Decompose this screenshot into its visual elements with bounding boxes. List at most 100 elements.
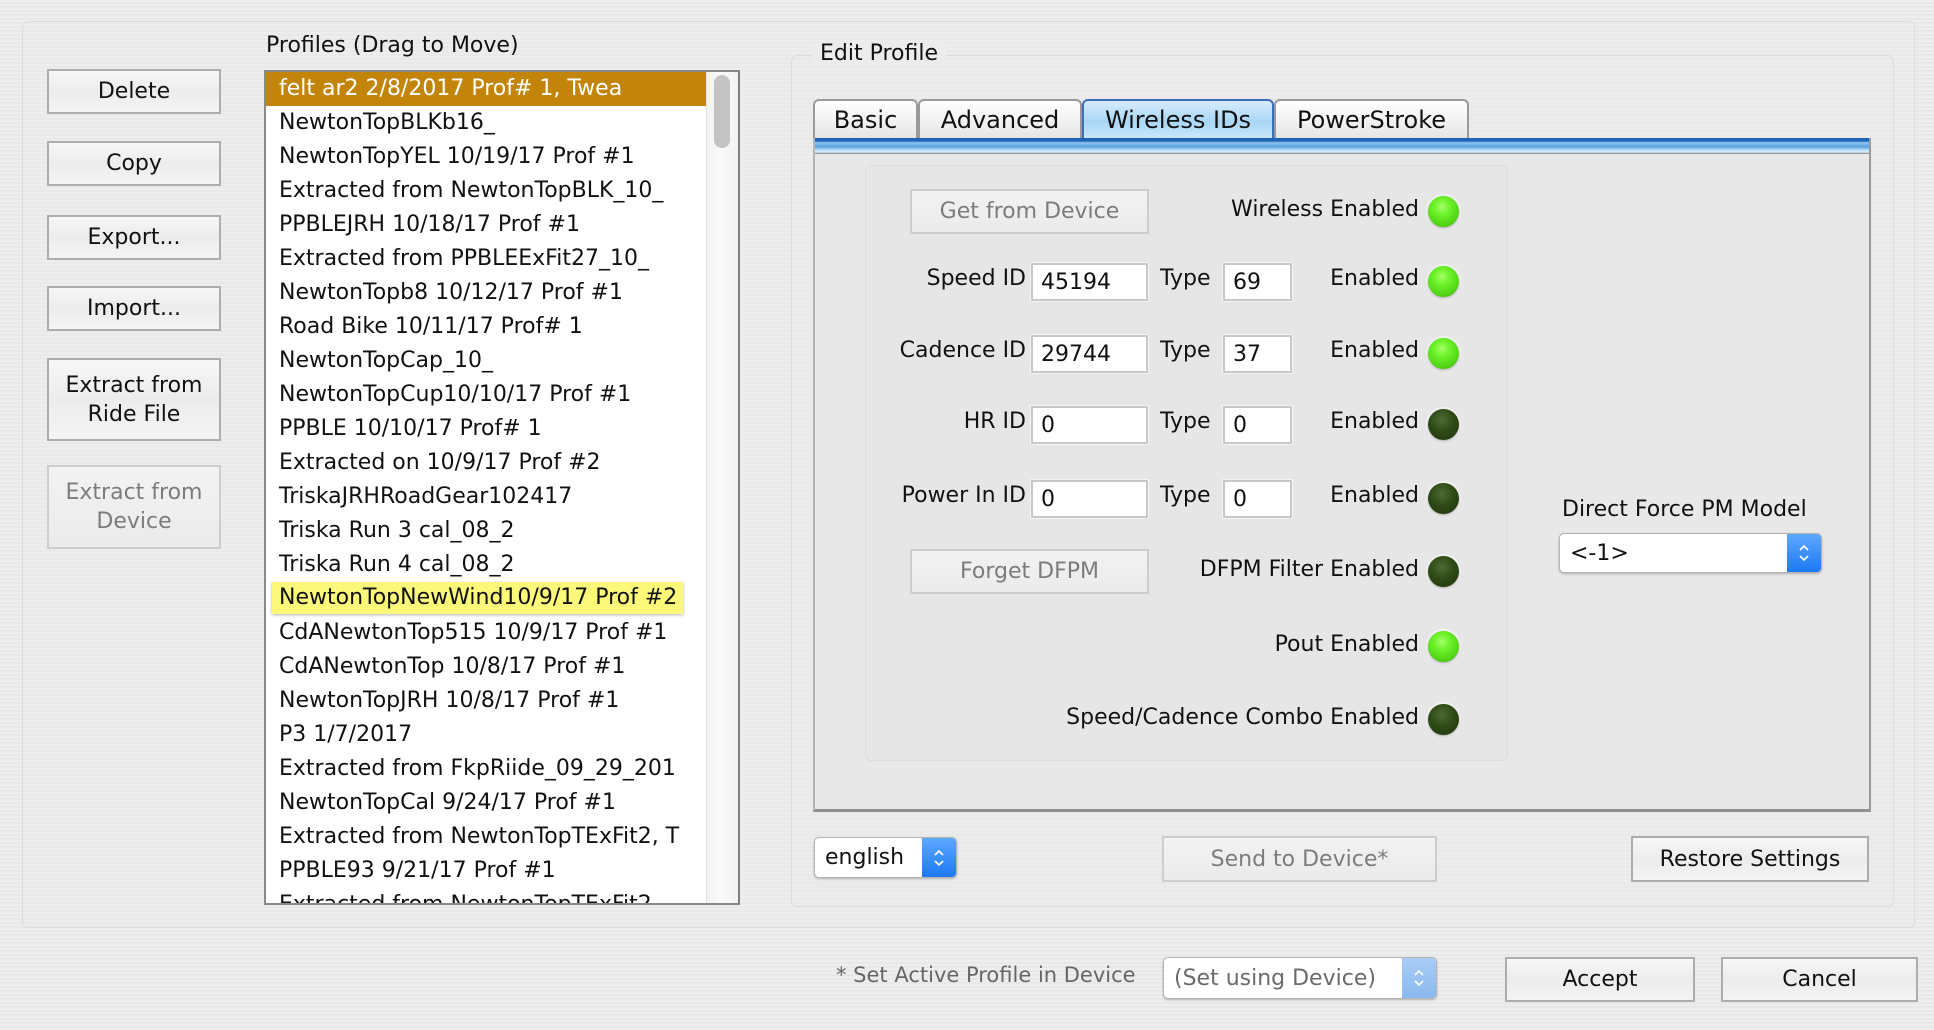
hr-type-input[interactable] [1222, 405, 1293, 445]
power-in-type-label: Type [1160, 483, 1211, 508]
wireless-enabled-label: Wireless Enabled [1231, 197, 1419, 222]
hr-type-label: Type [1160, 409, 1211, 434]
power-in-id-input[interactable] [1030, 479, 1149, 519]
extract-from-device-button[interactable]: Extract from Device [47, 465, 221, 549]
list-item[interactable]: PPBLE93 9/21/17 Prof #1 [266, 854, 706, 888]
get-from-device-button[interactable]: Get from Device [910, 189, 1149, 234]
updown-chevron-icon [1787, 534, 1821, 572]
power-in-id-label: Power In ID [901, 483, 1026, 508]
restore-settings-label: Restore Settings [1659, 846, 1841, 872]
language-select[interactable]: english [814, 837, 957, 878]
speed-type-input[interactable] [1222, 262, 1293, 302]
pout-enabled-label: Pout Enabled [1274, 632, 1419, 657]
copy-button-label: Copy [106, 151, 162, 176]
export-button-label: Export... [87, 225, 181, 250]
list-item[interactable]: NewtonTopBLKb16_ [266, 106, 706, 140]
accept-label: Accept [1562, 967, 1638, 992]
updown-chevron-icon [922, 838, 956, 877]
profiles-list-scrollbar[interactable] [706, 72, 738, 903]
speed-id-label: Speed ID [926, 266, 1026, 291]
list-item[interactable]: Extracted from PPBLEExFit27_10_ [266, 242, 706, 276]
tab-powerstroke[interactable]: PowerStroke [1274, 99, 1469, 139]
dfpm-filter-enabled-label: DFPM Filter Enabled [1199, 557, 1419, 582]
import-button[interactable]: Import... [47, 286, 221, 331]
list-item[interactable]: NewtonTopCap_10_ [266, 344, 706, 378]
profiles-list-label: Profiles (Drag to Move) [266, 33, 519, 58]
language-value: english [825, 845, 905, 870]
list-item[interactable]: NewtonTopCal 9/24/17 Prof #1 [266, 786, 706, 820]
cancel-label: Cancel [1782, 967, 1857, 992]
hr-enabled-indicator [1428, 409, 1459, 440]
list-item[interactable]: P3 1/7/2017 [266, 718, 706, 752]
cancel-button[interactable]: Cancel [1721, 957, 1918, 1002]
extract-device-label-line1: Extract from [65, 480, 203, 505]
list-item[interactable]: Extracted from NewtonTopTExFit2 [266, 888, 706, 903]
send-to-device-button[interactable]: Send to Device* [1162, 836, 1437, 882]
hr-id-label: HR ID [963, 409, 1026, 434]
hr-enabled-label: Enabled [1330, 409, 1419, 434]
list-item[interactable]: Triska Run 4 cal_08_2 [266, 548, 706, 582]
list-item[interactable]: PPBLEJRH 10/18/17 Prof #1 [266, 208, 706, 242]
cadence-id-input[interactable] [1030, 334, 1149, 374]
speed-enabled-indicator [1428, 266, 1459, 297]
delete-button[interactable]: Delete [47, 69, 221, 114]
pout-enabled-indicator [1428, 631, 1459, 662]
speed-enabled-label: Enabled [1330, 266, 1419, 291]
accept-button[interactable]: Accept [1505, 957, 1695, 1002]
tab-wireless-ids[interactable]: Wireless IDs [1082, 99, 1274, 139]
power-in-enabled-indicator [1428, 483, 1459, 514]
list-item[interactable]: CdANewtonTop515 10/9/17 Prof #1 [266, 616, 706, 650]
tab-powerstroke-label: PowerStroke [1296, 106, 1447, 134]
list-item-selected[interactable]: felt ar2 2/8/2017 Prof# 1, Twea [266, 72, 706, 106]
profiles-list[interactable]: felt ar2 2/8/2017 Prof# 1, Twea NewtonTop… [264, 70, 740, 905]
extract-from-ride-file-button[interactable]: Extract from Ride File [47, 358, 221, 441]
restore-settings-button[interactable]: Restore Settings [1631, 836, 1869, 882]
send-to-device-label: Send to Device* [1210, 846, 1389, 872]
power-in-type-input[interactable] [1222, 479, 1293, 519]
list-item[interactable]: PPBLE 10/10/17 Prof# 1 [266, 412, 706, 446]
list-item[interactable]: NewtonTopJRH 10/8/17 Prof #1 [266, 684, 706, 718]
list-item[interactable]: CdANewtonTop 10/8/17 Prof #1 [266, 650, 706, 684]
hr-id-input[interactable] [1030, 405, 1149, 445]
list-item[interactable]: Triska Run 3 cal_08_2 [266, 514, 706, 548]
speed-cadence-combo-indicator [1428, 704, 1459, 735]
active-profile-select[interactable]: (Set using Device) [1163, 957, 1437, 999]
delete-button-label: Delete [97, 79, 171, 104]
list-item[interactable]: TriskaJRHRoadGear102417 [266, 480, 706, 514]
dfpm-model-select[interactable]: <-1> [1559, 533, 1822, 573]
edit-profile-legend: Edit Profile [812, 41, 947, 66]
list-item[interactable]: Extracted from NewtonTopBLK_10_ [266, 174, 706, 208]
updown-chevron-icon [1402, 958, 1436, 998]
wireless-settings-group [865, 165, 1508, 761]
tab-strip-bar [815, 138, 1869, 154]
scrollbar-thumb[interactable] [714, 75, 730, 148]
dfpm-model-label: Direct Force PM Model [1562, 497, 1807, 522]
tab-basic[interactable]: Basic [813, 99, 918, 139]
power-in-enabled-label: Enabled [1330, 483, 1419, 508]
copy-button[interactable]: Copy [47, 141, 221, 186]
list-item[interactable]: Extracted from FkpRiide_09_29_201 [266, 752, 706, 786]
list-item[interactable]: NewtonTopYEL 10/19/17 Prof #1 [266, 140, 706, 174]
cadence-type-input[interactable] [1222, 334, 1293, 374]
active-profile-label: * Set Active Profile in Device [836, 963, 1136, 987]
extract-ride-label-line2: Ride File [87, 401, 181, 427]
list-item[interactable]: NewtonTopCup10/10/17 Prof #1 [266, 378, 706, 412]
cadence-enabled-label: Enabled [1330, 338, 1419, 363]
speed-type-label: Type [1160, 266, 1211, 291]
tab-advanced-label: Advanced [940, 106, 1060, 134]
tab-basic-label: Basic [833, 106, 898, 134]
cadence-type-label: Type [1160, 338, 1211, 363]
export-button[interactable]: Export... [47, 215, 221, 260]
wireless-enabled-indicator [1428, 196, 1459, 227]
list-item[interactable]: Road Bike 10/11/17 Prof# 1 [266, 310, 706, 344]
list-item[interactable]: Extracted on 10/9/17 Prof #2 [266, 446, 706, 480]
list-item[interactable]: NewtonTopb8 10/12/17 Prof #1 [266, 276, 706, 310]
tab-advanced[interactable]: Advanced [918, 99, 1082, 139]
get-from-device-label: Get from Device [939, 199, 1120, 224]
list-item[interactable]: Extracted from NewtonTopTExFit2, T [266, 820, 706, 854]
speed-cadence-combo-label: Speed/Cadence Combo Enabled [1066, 705, 1419, 730]
speed-id-input[interactable] [1030, 262, 1149, 302]
forget-dfpm-button[interactable]: Forget DFPM [910, 549, 1149, 594]
dfpm-model-value: <-1> [1570, 540, 1629, 566]
import-button-label: Import... [87, 296, 181, 321]
